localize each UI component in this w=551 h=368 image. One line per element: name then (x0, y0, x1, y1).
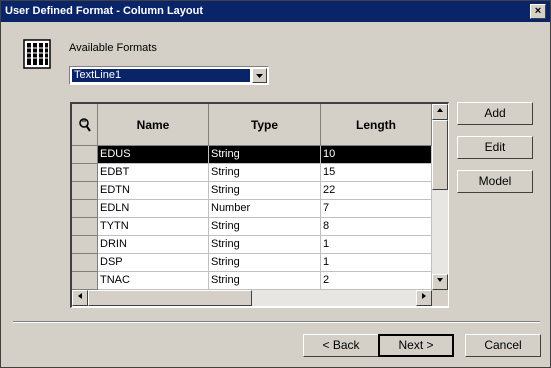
table-row[interactable]: EDBT String 15 (72, 164, 432, 182)
cell-length[interactable]: 15 (321, 164, 432, 182)
cell-type[interactable]: Number (209, 200, 321, 218)
cell-length[interactable]: 10 (321, 146, 432, 164)
available-formats-label: Available Formats (69, 42, 157, 54)
cell-type[interactable]: String (209, 164, 321, 182)
format-select[interactable]: TextLine1 (69, 66, 269, 85)
cell-length[interactable]: 22 (321, 182, 432, 200)
scroll-left-button[interactable] (72, 290, 88, 306)
close-button[interactable]: × (530, 4, 546, 19)
format-dropdown-button[interactable] (252, 68, 267, 83)
table-row[interactable]: EDUS String 10 (72, 146, 432, 164)
cell-length[interactable]: 8 (321, 218, 432, 236)
footer-separator-highlight (13, 322, 540, 323)
table-row[interactable]: EDLN Number 7 (72, 200, 432, 218)
arrow-right-icon (422, 293, 426, 299)
row-header[interactable] (72, 236, 98, 254)
cancel-button[interactable]: Cancel (465, 334, 541, 357)
grid-corner-header[interactable] (72, 104, 98, 146)
cell-type[interactable]: String (209, 272, 321, 290)
cell-name[interactable]: TYTN (98, 218, 209, 236)
cell-type[interactable]: String (209, 236, 321, 254)
next-button[interactable]: Next > (378, 334, 454, 357)
cell-type[interactable]: String (209, 146, 321, 164)
table-row[interactable]: DRIN String 1 (72, 236, 432, 254)
scroll-corner (432, 290, 448, 306)
row-header[interactable] (72, 272, 98, 290)
row-header[interactable] (72, 146, 98, 164)
vertical-scroll-thumb[interactable] (432, 120, 448, 190)
scroll-up-button[interactable] (432, 104, 448, 120)
table-row[interactable]: TNAC String 2 (72, 272, 432, 290)
horizontal-scroll-thumb[interactable] (88, 290, 252, 306)
row-header[interactable] (72, 182, 98, 200)
close-icon: × (534, 5, 542, 17)
cell-length[interactable]: 2 (321, 272, 432, 290)
model-button[interactable]: Model (457, 170, 533, 193)
column-header-name[interactable]: Name (98, 104, 209, 146)
table-row[interactable]: DSP String 1 (72, 254, 432, 272)
table-row[interactable]: TYTN String 8 (72, 218, 432, 236)
row-header[interactable] (72, 254, 98, 272)
cell-type[interactable]: String (209, 182, 321, 200)
table-row[interactable]: EDTN String 22 (72, 182, 432, 200)
cell-name[interactable]: EDLN (98, 200, 209, 218)
window-title: User Defined Format - Column Layout (5, 5, 204, 17)
cell-length[interactable]: 1 (321, 254, 432, 272)
cell-name[interactable]: EDTN (98, 182, 209, 200)
cell-length[interactable]: 7 (321, 200, 432, 218)
dialog-window: User Defined Format - Column Layout × Av… (0, 0, 551, 368)
title-bar[interactable]: User Defined Format - Column Layout × (1, 1, 550, 22)
scroll-down-button[interactable] (432, 274, 448, 290)
cell-name[interactable]: EDBT (98, 164, 209, 182)
edit-button[interactable]: Edit (457, 136, 533, 159)
cell-type[interactable]: String (209, 218, 321, 236)
scroll-right-button[interactable] (416, 290, 432, 306)
horizontal-scrollbar[interactable] (72, 290, 432, 306)
column-grid[interactable]: Name Type Length EDUS String 10 EDBT Str… (70, 102, 449, 308)
add-button[interactable]: Add (457, 102, 533, 125)
cell-name[interactable]: EDUS (98, 146, 209, 164)
column-layout-icon (23, 39, 51, 69)
cell-name[interactable]: DSP (98, 254, 209, 272)
arrow-down-icon (437, 278, 443, 282)
row-header[interactable] (72, 164, 98, 182)
row-header[interactable] (72, 218, 98, 236)
cell-name[interactable]: TNAC (98, 272, 209, 290)
arrow-left-icon (78, 293, 82, 299)
column-header-length[interactable]: Length (321, 104, 432, 146)
column-header-type[interactable]: Type (209, 104, 321, 146)
search-icon (78, 117, 91, 132)
vertical-scrollbar[interactable] (432, 104, 448, 290)
cell-length[interactable]: 1 (321, 236, 432, 254)
chevron-down-icon (256, 74, 263, 78)
row-header[interactable] (72, 200, 98, 218)
format-select-value: TextLine1 (72, 69, 250, 82)
cell-type[interactable]: String (209, 254, 321, 272)
back-button[interactable]: < Back (303, 334, 379, 357)
cell-name[interactable]: DRIN (98, 236, 209, 254)
arrow-up-icon (437, 108, 443, 112)
